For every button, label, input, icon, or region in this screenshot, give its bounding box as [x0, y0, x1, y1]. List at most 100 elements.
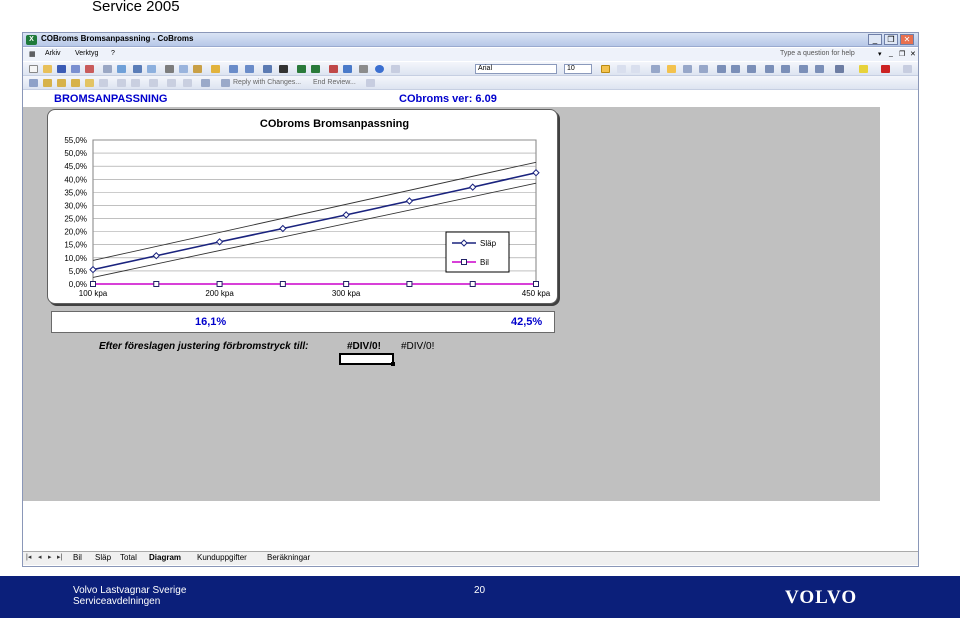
data-point-bil [216, 281, 223, 287]
menu-verktyg[interactable]: Verktyg [75, 50, 98, 57]
align-left-icon[interactable] [651, 65, 660, 73]
email-icon[interactable] [85, 65, 94, 73]
x-tick-label: 300 kpa [332, 289, 361, 298]
review-icon-3[interactable] [57, 79, 66, 87]
review-icon-7[interactable] [117, 79, 126, 87]
font-size-select[interactable]: 10 [564, 64, 592, 74]
tab-total[interactable]: Total [120, 553, 137, 562]
tab-diagram[interactable]: Diagram [149, 553, 181, 562]
zoom-icon[interactable] [359, 65, 368, 73]
reply-icon[interactable] [221, 79, 230, 87]
toolbar-options-icon[interactable] [391, 65, 400, 73]
hyperlink-icon[interactable] [263, 65, 272, 73]
review-icon-2[interactable] [43, 79, 52, 87]
chart-box[interactable]: CObroms Bromsanpassning 0,0% 5,0% 10,0% 15,0… [47, 109, 558, 304]
div-error-value-2: #DIV/0! [401, 341, 435, 352]
toolbar-options-2-icon[interactable] [903, 65, 912, 73]
research-icon[interactable] [147, 65, 156, 73]
reply-with-changes-button[interactable]: Reply with Changes... [233, 79, 301, 86]
merge-center-icon[interactable] [699, 65, 708, 73]
sheet-lower-area[interactable] [23, 501, 918, 551]
tab-slap[interactable]: Släp [95, 553, 111, 562]
increase-decimal-icon[interactable] [765, 65, 774, 73]
bold-icon[interactable] [601, 65, 610, 73]
format-painter-icon[interactable] [211, 65, 220, 73]
open-icon[interactable] [43, 65, 52, 73]
decrease-indent-icon[interactable] [799, 65, 808, 73]
window-titlebar[interactable]: X COBroms Bromsanpassning - CoBroms _ ❐ … [23, 33, 918, 47]
borders-icon[interactable] [835, 65, 844, 73]
print-preview-icon[interactable] [117, 65, 126, 73]
copy-icon[interactable] [179, 65, 188, 73]
tab-next-icon[interactable]: ▸ [48, 553, 52, 561]
help-dropdown-icon[interactable]: ▾ [878, 50, 882, 58]
help-search-box[interactable]: Type a question for help [780, 50, 855, 57]
toolbar-options-3-icon[interactable] [366, 79, 375, 87]
doc-close-button[interactable]: ✕ [910, 50, 916, 58]
doc-minimize-button[interactable]: _ [889, 50, 893, 57]
restore-button[interactable]: ❐ [884, 34, 898, 45]
end-review-button[interactable]: End Review... [313, 79, 356, 86]
menu-doc-icon[interactable]: ▦ [29, 50, 36, 58]
doc-restore-button[interactable]: ❐ [899, 50, 905, 58]
drawing-icon[interactable] [343, 65, 352, 73]
decrease-decimal-icon[interactable] [781, 65, 790, 73]
y-tick-label: 30,0% [64, 201, 87, 210]
new-icon[interactable] [29, 65, 38, 73]
menu-arkiv[interactable]: Arkiv [45, 50, 61, 57]
excel-window[interactable]: X COBroms Bromsanpassning - CoBroms _ ❐ … [22, 32, 919, 567]
tab-berakningar[interactable]: Beräkningar [267, 553, 310, 562]
underline-icon[interactable] [631, 65, 640, 73]
menu-help[interactable]: ? [111, 50, 115, 57]
worksheet-area[interactable]: BROMSANPASSNING CObroms ver: 6.09 CObrom… [23, 91, 880, 501]
review-icon-8[interactable] [131, 79, 140, 87]
comma-style-icon[interactable] [747, 65, 756, 73]
currency-icon[interactable] [717, 65, 726, 73]
slide-title: Service 2005 [92, 0, 180, 15]
save-icon[interactable] [57, 65, 66, 73]
cut-icon[interactable] [165, 65, 174, 73]
print-icon[interactable] [103, 65, 112, 73]
selected-cell[interactable] [339, 353, 395, 366]
review-icon-6[interactable] [99, 79, 108, 87]
paste-icon[interactable] [193, 65, 202, 73]
close-button[interactable]: ✕ [900, 34, 914, 45]
tab-first-icon[interactable]: |◂ [26, 553, 31, 561]
tab-prev-icon[interactable]: ◂ [38, 553, 42, 561]
undo-icon[interactable] [229, 65, 238, 73]
fill-color-icon[interactable] [859, 65, 868, 73]
redo-icon[interactable] [245, 65, 254, 73]
percent-icon[interactable] [731, 65, 740, 73]
chart-wizard-icon[interactable] [329, 65, 338, 73]
align-center-icon[interactable] [667, 65, 676, 73]
data-point-bil [279, 281, 286, 287]
increase-indent-icon[interactable] [815, 65, 824, 73]
autosum-icon[interactable] [279, 65, 288, 73]
review-icon-9[interactable] [149, 79, 158, 87]
data-point-bil [343, 281, 350, 287]
review-icon-4[interactable] [71, 79, 80, 87]
minimize-button[interactable]: _ [868, 34, 882, 45]
italic-icon[interactable] [617, 65, 626, 73]
tab-last-icon[interactable]: ▸| [57, 553, 62, 561]
review-icon-10[interactable] [167, 79, 176, 87]
tab-bil[interactable]: Bil [73, 553, 82, 562]
sheet-right-area[interactable] [880, 91, 918, 501]
font-name-select[interactable]: Arial [475, 64, 557, 74]
footer-organization: Volvo Lastvagnar Sverige Serviceavdelnin… [73, 585, 186, 607]
spelling-icon[interactable] [133, 65, 142, 73]
permission-icon[interactable] [71, 65, 80, 73]
sort-descending-icon[interactable] [311, 65, 320, 73]
sort-ascending-icon[interactable] [297, 65, 306, 73]
window-title: COBroms Bromsanpassning - CoBroms [41, 34, 194, 43]
font-color-icon[interactable] [881, 65, 890, 73]
align-right-icon[interactable] [683, 65, 692, 73]
legend-label-bil: Bil [480, 258, 489, 267]
y-tick-label: 55,0% [64, 136, 87, 145]
review-icon-5[interactable] [85, 79, 94, 87]
review-icon-12[interactable] [201, 79, 210, 87]
help-icon[interactable] [375, 65, 384, 73]
review-icon-1[interactable] [29, 79, 38, 87]
tab-kunduppgifter[interactable]: Kunduppgifter [197, 553, 247, 562]
review-icon-11[interactable] [183, 79, 192, 87]
